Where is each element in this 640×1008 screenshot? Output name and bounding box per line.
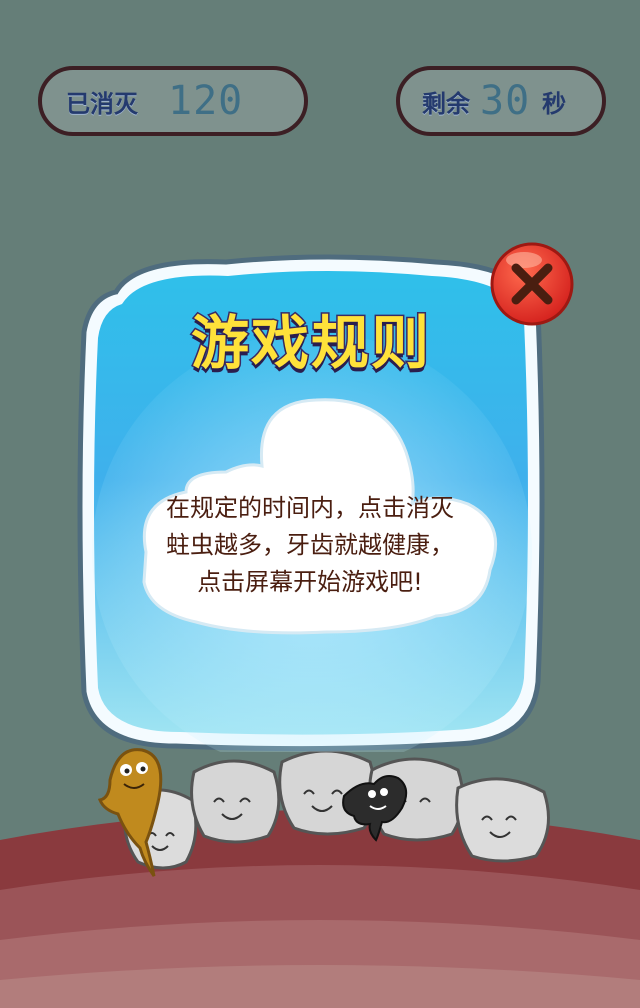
- remaining-label: 剩余: [422, 89, 470, 118]
- remaining-value: 30: [480, 78, 531, 124]
- killed-label: 已消灭: [66, 89, 138, 118]
- tooth-2: [190, 759, 281, 844]
- killed-counter: 已消灭 120: [38, 66, 308, 136]
- dialog-title: 游戏规则: [189, 308, 431, 379]
- remaining-timer: 剩余 30 秒: [396, 66, 606, 136]
- tooth-5: [455, 777, 550, 863]
- dialog-body: 在规定的时间内，点击消灭蛀虫越多，牙齿就越健康，点击屏幕开始游戏吧!: [166, 494, 454, 596]
- mouth-scene: [0, 748, 640, 1008]
- remaining-unit: 秒: [542, 89, 567, 118]
- rules-dialog: 游戏规则 在规定的时间内，点击消灭蛀虫越多，牙齿就越健康，点击屏幕开始游戏吧!: [76, 252, 546, 752]
- killed-value: 120: [168, 78, 244, 124]
- close-button[interactable]: [488, 240, 576, 328]
